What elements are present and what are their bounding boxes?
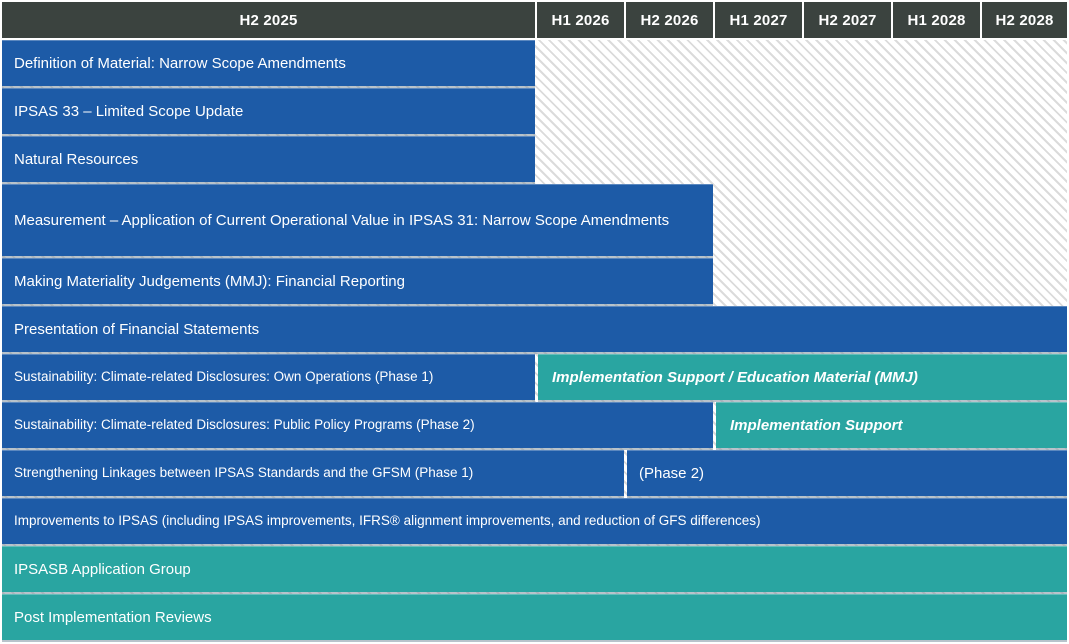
gantt-row: Presentation of Financial Statements (2, 306, 1067, 352)
bar-label: Definition of Material: Narrow Scope Ame… (14, 53, 346, 74)
workstream-bar: Definition of Material: Narrow Scope Ame… (2, 40, 535, 86)
gantt-row: Natural Resources (2, 136, 1067, 182)
timeline-header: H2 2025H1 2026H2 2026H1 2027H2 2027H1 20… (2, 2, 1067, 38)
gantt-inner: H2 2025H1 2026H2 2026H1 2027H2 2027H1 20… (2, 2, 1067, 642)
gantt-row: Definition of Material: Narrow Scope Ame… (2, 40, 1067, 86)
timeline-header-cell: H1 2026 (537, 2, 624, 38)
timeline-header-cell: H2 2028 (982, 2, 1067, 38)
bar-label: Making Materiality Judgements (MMJ): Fin… (14, 271, 405, 292)
gantt-row: Sustainability: Climate-related Disclosu… (2, 402, 1067, 448)
bar-label: Implementation Support (730, 415, 903, 436)
gantt-body: Definition of Material: Narrow Scope Ame… (2, 40, 1067, 640)
bar-label: Implementation Support / Education Mater… (552, 367, 918, 388)
gantt-row: Post Implementation Reviews (2, 594, 1067, 640)
workstream-bar: Presentation of Financial Statements (2, 306, 1067, 352)
gantt-row: IPSASB Application Group (2, 546, 1067, 592)
bar-label: (Phase 2) (639, 463, 704, 484)
bar-label: Presentation of Financial Statements (14, 319, 259, 340)
support-phase-bar: Implementation Support (716, 402, 1067, 448)
bar-label: Post Implementation Reviews (14, 607, 212, 628)
bar-label: IPSASB Application Group (14, 559, 191, 580)
support-phase-bar: Post Implementation Reviews (2, 594, 1067, 640)
gantt-row: Strengthening Linkages between IPSAS Sta… (2, 450, 1067, 496)
bar-label: Measurement – Application of Current Ope… (14, 210, 669, 231)
workstream-bar: Measurement – Application of Current Ope… (2, 184, 713, 256)
gantt-row: IPSAS 33 – Limited Scope Update (2, 88, 1067, 134)
workstream-bar: Making Materiality Judgements (MMJ): Fin… (2, 258, 713, 304)
workstream-bar: Improvements to IPSAS (including IPSAS i… (2, 498, 1067, 544)
workstream-bar: Sustainability: Climate-related Disclosu… (2, 402, 713, 448)
workstream-bar: IPSAS 33 – Limited Scope Update (2, 88, 535, 134)
bar-label: Sustainability: Climate-related Disclosu… (14, 416, 475, 435)
timeline-header-cell: H1 2028 (893, 2, 980, 38)
workstream-bar: Strengthening Linkages between IPSAS Sta… (2, 450, 624, 496)
workplan-gantt-chart: H2 2025H1 2026H2 2026H1 2027H2 2027H1 20… (0, 0, 1069, 644)
bar-label: Improvements to IPSAS (including IPSAS i… (14, 512, 761, 531)
gantt-row: Measurement – Application of Current Ope… (2, 184, 1067, 256)
bar-label: Sustainability: Climate-related Disclosu… (14, 368, 433, 387)
support-phase-bar: IPSASB Application Group (2, 546, 1067, 592)
bar-label: IPSAS 33 – Limited Scope Update (14, 101, 243, 122)
timeline-header-cell: H1 2027 (715, 2, 802, 38)
workstream-bar: (Phase 2) (627, 450, 1067, 496)
workstream-bar: Natural Resources (2, 136, 535, 182)
bar-label: Natural Resources (14, 149, 138, 170)
gantt-row: Sustainability: Climate-related Disclosu… (2, 354, 1067, 400)
support-phase-bar: Implementation Support / Education Mater… (538, 354, 1067, 400)
timeline-header-cell: H2 2025 (2, 2, 535, 38)
workstream-bar: Sustainability: Climate-related Disclosu… (2, 354, 535, 400)
timeline-header-cell: H2 2027 (804, 2, 891, 38)
gantt-row: Making Materiality Judgements (MMJ): Fin… (2, 258, 1067, 304)
timeline-header-cell: H2 2026 (626, 2, 713, 38)
gantt-row: Improvements to IPSAS (including IPSAS i… (2, 498, 1067, 544)
bar-label: Strengthening Linkages between IPSAS Sta… (14, 464, 473, 483)
